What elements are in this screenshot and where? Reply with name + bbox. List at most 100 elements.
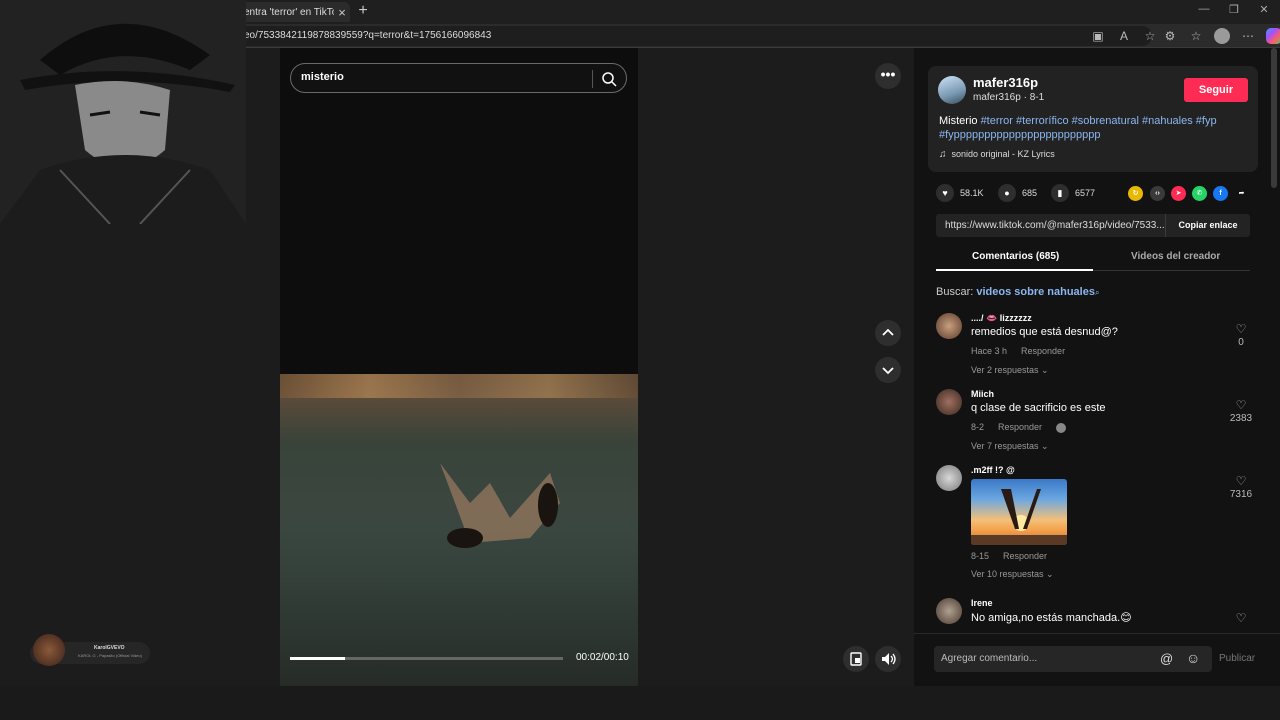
reply-button[interactable]: Responder: [998, 422, 1042, 432]
follow-button[interactable]: Seguir: [1184, 78, 1248, 102]
comment-image[interactable]: [971, 479, 1067, 545]
search-suggestion[interactable]: Buscar: videos sobre nahuales⌕: [936, 286, 1099, 298]
page-scrollbar[interactable]: [1271, 48, 1277, 188]
panel-tabs: Comentarios (685) Videos del creador: [936, 245, 1250, 271]
facebook-icon[interactable]: f: [1213, 186, 1228, 201]
action-row: ♥ 58.1K ● 685 ▮ 6577 ↻ ‹› ➤ ✆ f ➦: [936, 184, 1256, 204]
previous-video-button[interactable]: [875, 320, 901, 346]
commenter-name[interactable]: .m2ff !? @: [971, 465, 1015, 475]
next-video-button[interactable]: [875, 357, 901, 383]
comment-composer: Agregar comentario... @ ☺ Publicar: [914, 633, 1280, 686]
split-screen-icon[interactable]: ▣: [1090, 28, 1106, 44]
favorite-star-icon[interactable]: ☆: [1142, 28, 1158, 44]
mini-player-title: KarolGVEVO: [94, 645, 125, 651]
description-hashtags[interactable]: #terror #terrorífico #sobrenatural #nahu…: [939, 115, 1217, 141]
profile-avatar[interactable]: [1214, 28, 1230, 44]
music-row[interactable]: ♫ sonido original - KZ Lyrics: [939, 149, 1055, 160]
video-player[interactable]: [280, 48, 638, 686]
music-title[interactable]: sonido original - KZ Lyrics: [952, 149, 1055, 159]
mini-player-avatar: [33, 634, 65, 666]
comment-item: .m2ff !? @ 8-15 Responder Ver 10 respuest…: [936, 465, 1256, 585]
video-progress-bar[interactable]: [290, 657, 563, 660]
like-action[interactable]: ♥ 58.1K: [936, 184, 984, 202]
chevron-down-icon: [882, 367, 894, 375]
menu-dots-icon[interactable]: ⋯: [1240, 28, 1256, 44]
author-name[interactable]: mafer316p: [973, 75, 1038, 90]
commenter-avatar[interactable]: [936, 313, 962, 339]
commenter-avatar[interactable]: [936, 465, 962, 491]
close-window-button[interactable]: ✕: [1254, 3, 1274, 16]
search-suggestion-keyword[interactable]: videos sobre nahuales: [976, 286, 1095, 298]
copilot-icon[interactable]: [1266, 28, 1280, 44]
whatsapp-icon[interactable]: ✆: [1192, 186, 1207, 201]
publish-button[interactable]: Publicar: [1219, 653, 1255, 664]
tab-close-icon[interactable]: ×: [334, 5, 350, 20]
read-aloud-icon[interactable]: A: [1116, 28, 1132, 44]
comment-meta: Hace 3 h Responder: [971, 346, 1079, 356]
tab-title: entra 'terror' en TikTok |: [244, 6, 334, 18]
view-replies-button[interactable]: Ver 10 respuestas ⌄: [971, 569, 1054, 580]
mention-icon[interactable]: @: [1160, 651, 1173, 666]
commenter-name[interactable]: Miich: [971, 389, 994, 399]
reply-button[interactable]: Responder: [1021, 346, 1065, 356]
volume-button[interactable]: [875, 646, 901, 672]
reply-button[interactable]: Responder: [1003, 551, 1047, 561]
comment-action[interactable]: ● 685: [998, 184, 1037, 202]
video-figure: [440, 463, 560, 548]
comment-icon[interactable]: ●: [998, 184, 1016, 202]
more-options-button[interactable]: •••: [875, 63, 901, 89]
author-avatar[interactable]: [938, 76, 966, 104]
send-icon[interactable]: ➤: [1171, 186, 1186, 201]
url-field[interactable]: eo/7533842119878839559?q=terror&t=175616…: [200, 26, 1152, 46]
extensions-icon[interactable]: ⚙: [1162, 28, 1178, 44]
view-replies-button[interactable]: Ver 2 respuestas ⌄: [971, 365, 1049, 376]
commenter-name[interactable]: ..../ 👄 lizzzzzz: [971, 313, 1032, 324]
search-divider: [592, 70, 593, 88]
bookmark-icon[interactable]: ▮: [1051, 184, 1069, 202]
comment-time: Hace 3 h: [971, 346, 1008, 356]
mini-player[interactable]: KarolGVEVO KAROL G - Papasito (Official …: [30, 634, 150, 666]
comment-like[interactable]: ♡ 2383: [1226, 399, 1256, 424]
search-suggestion-prefix: Buscar:: [936, 286, 977, 298]
details-panel: mafer316p mafer316p · 8-1 Seguir Misteri…: [914, 48, 1280, 686]
comment-input[interactable]: Agregar comentario... @ ☺: [934, 646, 1212, 672]
comment-like[interactable]: ♡ 0: [1226, 323, 1256, 348]
favorites-icon[interactable]: ☆: [1188, 28, 1204, 44]
like-count: 58.1K: [960, 188, 984, 198]
commenter-name[interactable]: Irene: [971, 598, 993, 608]
emoji-icon[interactable]: ☺: [1186, 650, 1200, 666]
share-arrow-icon[interactable]: ➦: [1234, 186, 1249, 201]
heart-icon[interactable]: ♥: [936, 184, 954, 202]
tab-creator-videos[interactable]: Videos del creador: [1131, 251, 1220, 262]
new-tab-button[interactable]: +: [354, 2, 372, 20]
embed-icon[interactable]: ‹›: [1150, 186, 1165, 201]
video-link[interactable]: https://www.tiktok.com/@mafer316p/video/…: [945, 220, 1165, 231]
picture-in-picture-button[interactable]: [843, 646, 869, 672]
copy-link-button[interactable]: Copiar enlace: [1165, 214, 1250, 237]
heart-outline-icon[interactable]: ♡: [1226, 399, 1256, 411]
commenter-avatar[interactable]: [936, 598, 962, 624]
repost-icon[interactable]: ↻: [1128, 186, 1143, 201]
search-query[interactable]: misterio: [301, 71, 344, 83]
comment-item: ..../ 👄 lizzzzzz remedios que está desnu…: [936, 313, 1256, 379]
restore-button[interactable]: ❐: [1224, 3, 1244, 16]
noir-detective-illustration: [0, 0, 246, 224]
heart-outline-icon[interactable]: ♡: [1226, 475, 1256, 487]
comment-item: Miich q clase de sacrificio es este 8-2 R…: [936, 389, 1256, 455]
comment-like[interactable]: ♡: [1226, 612, 1256, 624]
video-search-box[interactable]: misterio: [290, 63, 627, 93]
volume-icon: [882, 653, 896, 665]
heart-outline-icon[interactable]: ♡: [1226, 323, 1256, 335]
search-icon[interactable]: [600, 70, 618, 88]
comment-like-count: 0: [1238, 337, 1244, 348]
comment-like[interactable]: ♡ 7316: [1226, 475, 1256, 500]
taskbar-area: [0, 686, 1280, 720]
commenter-avatar[interactable]: [936, 389, 962, 415]
view-replies-button[interactable]: Ver 7 respuestas ⌄: [971, 441, 1049, 452]
minimize-button[interactable]: —: [1194, 3, 1214, 15]
search-suggestion-icon[interactable]: ⌕: [1095, 288, 1099, 297]
heart-outline-icon[interactable]: ♡: [1226, 612, 1256, 624]
tab-comments[interactable]: Comentarios (685): [972, 251, 1059, 262]
save-action[interactable]: ▮ 6577: [1051, 184, 1095, 202]
browser-tab[interactable]: entra 'terror' en TikTok | ×: [232, 2, 350, 22]
